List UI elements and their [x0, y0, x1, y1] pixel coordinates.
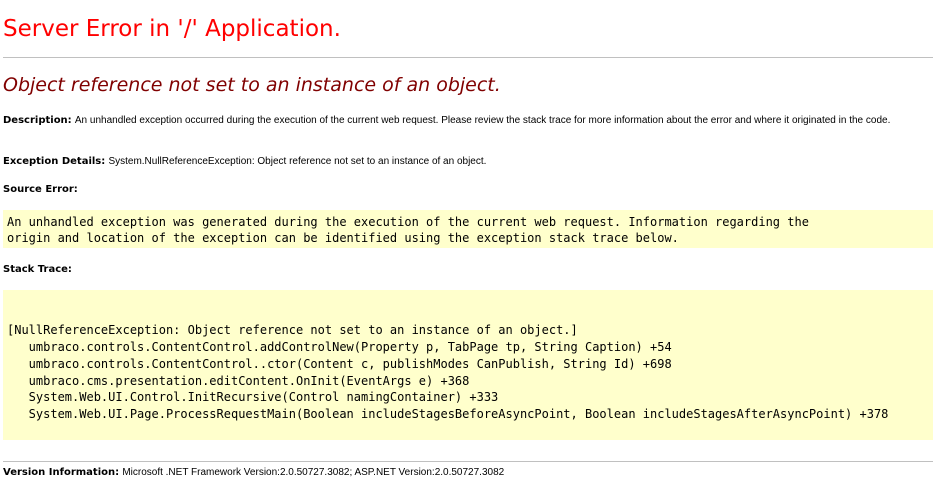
exception-details-label: Exception Details: [3, 156, 106, 167]
source-error-line: An unhandled exception was generated dur… [7, 215, 809, 229]
stack-trace-heading: Stack Trace: [3, 264, 72, 275]
exception-details-paragraph: Exception Details: System.NullReferenceE… [3, 155, 486, 169]
stack-trace-line: umbraco.controls.ContentControl.addContr… [7, 340, 672, 354]
source-error-heading: Source Error: [3, 184, 78, 195]
source-error-box: An unhandled exception was generated dur… [3, 210, 933, 248]
top-divider [3, 57, 933, 58]
page-title: Server Error in '/' Application. [3, 16, 341, 42]
stack-trace-line: umbraco.controls.ContentControl..ctor(Co… [7, 357, 672, 371]
exception-details-text: System.NullReferenceException: Object re… [108, 156, 487, 167]
version-information-text: Microsoft .NET Framework Version:2.0.507… [122, 467, 505, 478]
description-label: Description: [3, 115, 72, 126]
bottom-divider [3, 461, 933, 462]
description-paragraph: Description: An unhandled exception occu… [3, 114, 933, 128]
description-text: An unhandled exception occurred during t… [74, 115, 891, 126]
stack-trace-line: System.Web.UI.Page.ProcessRequestMain(Bo… [7, 407, 889, 421]
stack-trace-line: umbraco.cms.presentation.editContent.OnI… [7, 374, 470, 388]
version-information: Version Information: Microsoft .NET Fram… [3, 466, 504, 478]
version-information-label: Version Information: [3, 467, 120, 478]
stack-trace-line: System.Web.UI.Control.InitRecursive(Cont… [7, 390, 499, 404]
stack-trace-box: [NullReferenceException: Object referenc… [3, 290, 933, 440]
error-message: Object reference not set to an instance … [3, 74, 501, 96]
source-error-line: origin and location of the exception can… [7, 231, 679, 245]
stack-trace-line: [NullReferenceException: Object referenc… [7, 323, 578, 337]
